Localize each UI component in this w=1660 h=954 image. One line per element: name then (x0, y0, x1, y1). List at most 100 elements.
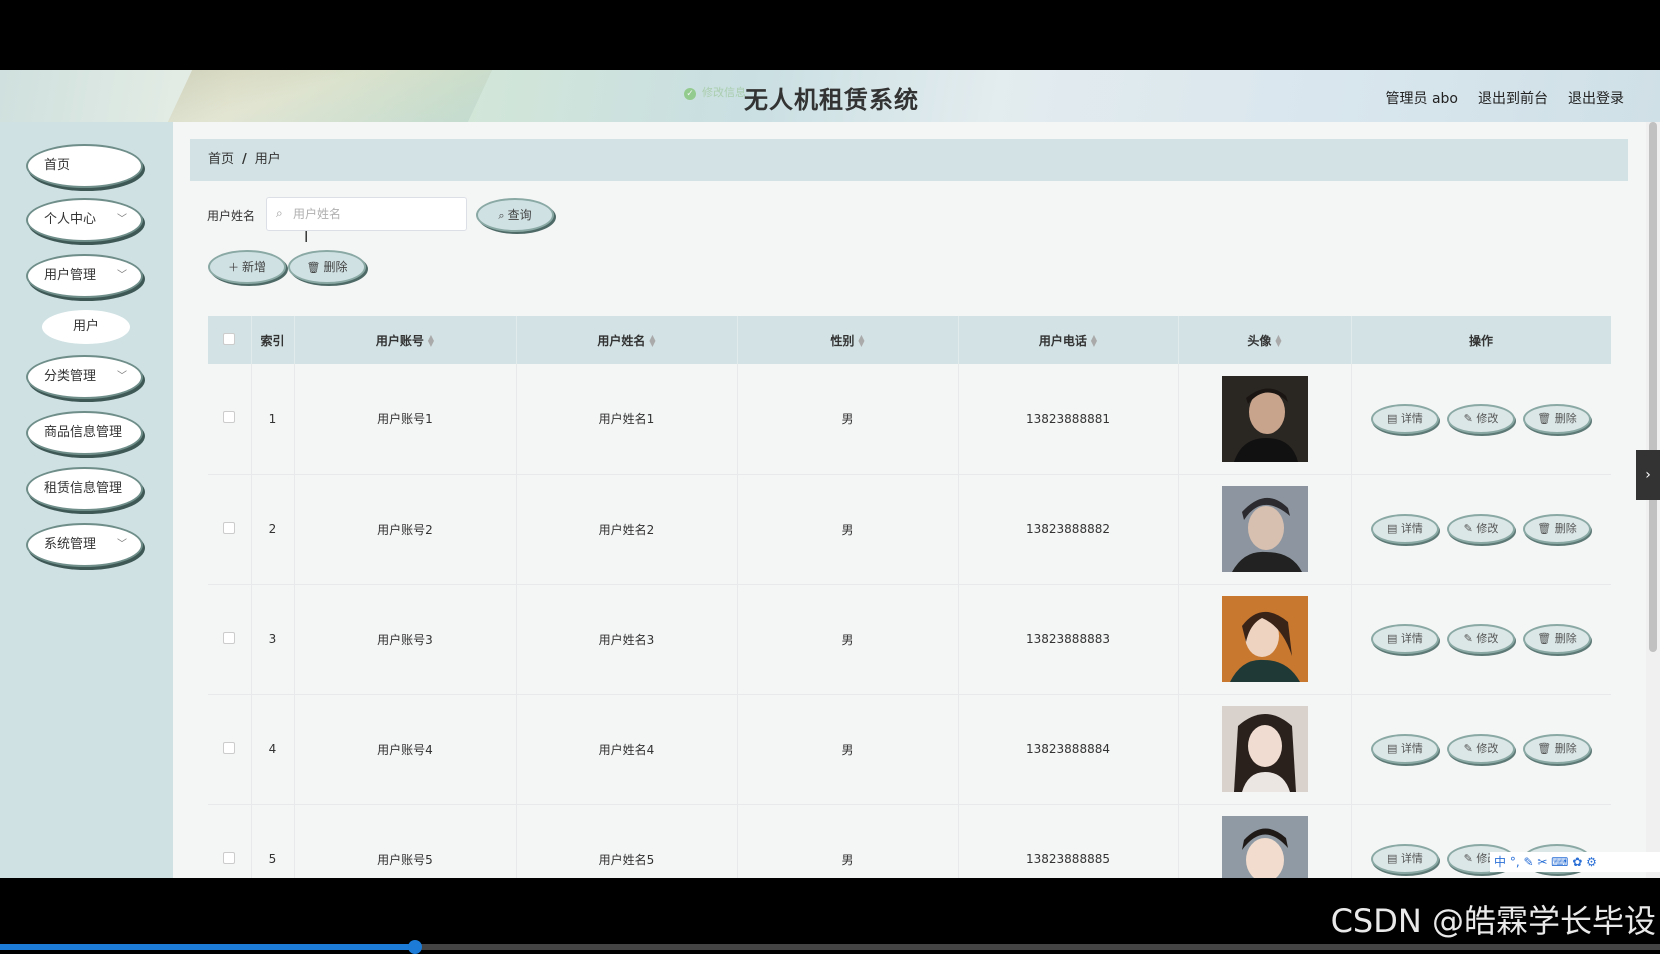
row-checkbox[interactable] (223, 631, 236, 644)
cell-name: 用户姓名5 (516, 804, 738, 878)
cell-index: 1 (251, 364, 295, 474)
table-row: 5 用户账号5 用户姓名5 男 13823888885 ▤ 详情✎ 修改🗑 删除 (208, 804, 1611, 878)
row-checkbox[interactable] (223, 521, 236, 534)
avatar (1221, 706, 1308, 792)
exit-to-front-link[interactable]: 退出到前台 (1478, 88, 1548, 108)
cell-account: 用户账号5 (294, 804, 517, 878)
cell-index: 2 (251, 474, 295, 584)
edit-button[interactable]: ✎ 修改 (1447, 734, 1515, 764)
ime-status: 中 °, ✎ ✂ ⌨ ✿ ⚙ (1494, 855, 1597, 869)
cell-phone: 13823888882 (958, 474, 1179, 584)
sort-icon[interactable]: ▲ ▼ (1275, 334, 1281, 348)
column-header-label: 性别 (830, 333, 855, 348)
breadcrumb: 首页 / 用户 (190, 139, 1628, 181)
cell-name: 用户姓名1 (516, 364, 738, 474)
sidebar-item-user-management[interactable]: 用户管理 ﹀ (26, 254, 143, 298)
row-checkbox[interactable] (223, 851, 236, 864)
detail-button[interactable]: ▤ 详情 (1371, 403, 1439, 434)
edit-label: 修改 (1476, 632, 1499, 645)
admin-user-label: 管理员 abo (1385, 91, 1458, 107)
sort-icon[interactable]: ▲ ▼ (1091, 334, 1097, 348)
row-checkbox[interactable] (223, 741, 236, 754)
sidebar-item-product-info[interactable]: 商品信息管理 (26, 411, 143, 455)
detail-label: 详情 (1400, 852, 1423, 865)
column-header-account[interactable]: 用户账号 ▲ ▼ (294, 316, 517, 364)
column-header-label: 用户电话 (1038, 333, 1087, 348)
breadcrumb-current: 用户 (254, 152, 281, 167)
delete-button[interactable]: 🗑 删除 (1523, 403, 1591, 434)
column-header-actions: 操作 (1351, 316, 1611, 364)
sidebar-item-profile[interactable]: 个人中心 ﹀ (26, 198, 143, 242)
chevron-down-icon: ﹀ (117, 539, 127, 550)
ime-toolbar[interactable]: 中 °, ✎ ✂ ⌨ ✿ ⚙ (1490, 852, 1660, 872)
top-header: ✓ 修改信息 无人机租赁系统 管理员 abo 退出到前台 退出登录 (0, 70, 1660, 122)
sidebar-item-label: 个人中心 (44, 212, 97, 227)
avatar (1221, 596, 1308, 682)
select-all-checkbox[interactable] (223, 332, 236, 345)
user-table: 索引 用户账号 ▲ ▼ 用户姓名 ▲ ▼ 性别 ▲ ▼ 用户电话 ▲ ▼ 头像 ▲ ▼ 操作 1 用… (208, 316, 1611, 878)
sort-icon[interactable]: ▲ ▼ (649, 334, 655, 348)
sidebar-item-category[interactable]: 分类管理 ﹀ (26, 355, 143, 399)
delete-button[interactable]: 🗑 删除 (1523, 624, 1591, 654)
sidebar-item-label: 分类管理 (44, 369, 97, 384)
detail-label: 详情 (1400, 742, 1423, 755)
table-row: 1 用户账号1 用户姓名1 男 13823888881 ▤ 详情 ✎ 修改 🗑 删除 (208, 364, 1611, 474)
search-icon: ⌕ (276, 206, 283, 220)
edit-button[interactable]: ✎ 修改 (1447, 624, 1515, 654)
delete-button[interactable]: 🗑 删除 (1523, 514, 1591, 544)
detail-button[interactable]: ▤ 详情 (1371, 514, 1439, 544)
detail-button[interactable]: ▤ 详情 (1371, 844, 1439, 874)
edit-label: 修改 (1476, 742, 1499, 755)
table-header-row: 索引 用户账号 ▲ ▼ 用户姓名 ▲ ▼ 性别 ▲ ▼ 用户电话 ▲ ▼ 头像 ▲ ▼ 操作 (208, 316, 1611, 364)
column-header-phone[interactable]: 用户电话 ▲ ▼ (958, 316, 1179, 364)
chevron-right-icon[interactable]: › (1636, 450, 1660, 500)
delete-label: 删除 (1554, 411, 1577, 425)
avatar (1221, 816, 1308, 878)
batch-delete-button[interactable]: 🗑 删除 (288, 250, 366, 284)
video-progress-bar[interactable] (0, 940, 1660, 954)
cell-account: 用户账号1 (294, 364, 517, 474)
scrollbar-thumb[interactable] (1649, 122, 1657, 652)
search-input[interactable] (293, 204, 461, 224)
cell-phone: 13823888884 (958, 694, 1179, 804)
detail-button[interactable]: ▤ 详情 (1371, 624, 1439, 654)
edit-button[interactable]: ✎ 修改 (1447, 514, 1515, 544)
sidebar-item-home[interactable]: 首页 (26, 144, 143, 188)
search-field[interactable]: ⌕ (266, 197, 467, 231)
detail-button[interactable]: ▤ 详情 (1371, 734, 1439, 764)
column-header-label: 用户账号 (375, 333, 424, 348)
query-button-label: 查询 (507, 208, 532, 222)
toast-text: 修改信息 (702, 86, 746, 99)
delete-button[interactable]: 🗑 删除 (1523, 734, 1591, 764)
cell-name: 用户姓名3 (516, 584, 738, 694)
cell-gender: 男 (737, 474, 959, 584)
column-header-avatar[interactable]: 头像 ▲ ▼ (1178, 316, 1352, 364)
edit-label: 修改 (1476, 411, 1499, 425)
column-header-label: 头像 (1247, 333, 1272, 348)
sidebar-item-label: 首页 (44, 158, 71, 173)
breadcrumb-home[interactable]: 首页 (208, 152, 234, 167)
cell-account: 用户账号4 (294, 694, 517, 804)
add-button[interactable]: ＋新增 (208, 250, 286, 284)
vertical-scrollbar[interactable] (1646, 122, 1660, 878)
table-row: 4 用户账号4 用户姓名4 男 13823888884 ▤ 详情 ✎ 修改 🗑 删除 (208, 694, 1611, 804)
cell-gender: 男 (737, 804, 959, 878)
row-checkbox[interactable] (223, 411, 236, 424)
sort-icon[interactable]: ▲ ▼ (858, 334, 864, 348)
watermark: CSDN @皓霖学长毕设 (1330, 902, 1656, 940)
cell-gender: 男 (737, 584, 959, 694)
cell-account: 用户账号2 (294, 474, 517, 584)
sidebar-item-rental-info[interactable]: 租赁信息管理 (26, 467, 143, 511)
query-button[interactable]: ⌕ 查询 (476, 198, 554, 232)
edit-button[interactable]: ✎ 修改 (1447, 403, 1515, 434)
detail-label: 详情 (1400, 411, 1423, 425)
video-progress-knob[interactable] (408, 940, 422, 954)
sort-icon[interactable]: ▲ ▼ (428, 334, 434, 348)
chevron-down-icon: ﹀ (117, 270, 127, 281)
sidebar-subitem-user[interactable]: 用户 (42, 310, 130, 344)
logout-link[interactable]: 退出登录 (1568, 88, 1624, 108)
column-header-gender[interactable]: 性别 ▲ ▼ (737, 316, 959, 364)
column-header-name[interactable]: 用户姓名 ▲ ▼ (516, 316, 738, 364)
select-all-cell (208, 316, 252, 364)
sidebar-item-system[interactable]: 系统管理 ﹀ (26, 523, 143, 567)
